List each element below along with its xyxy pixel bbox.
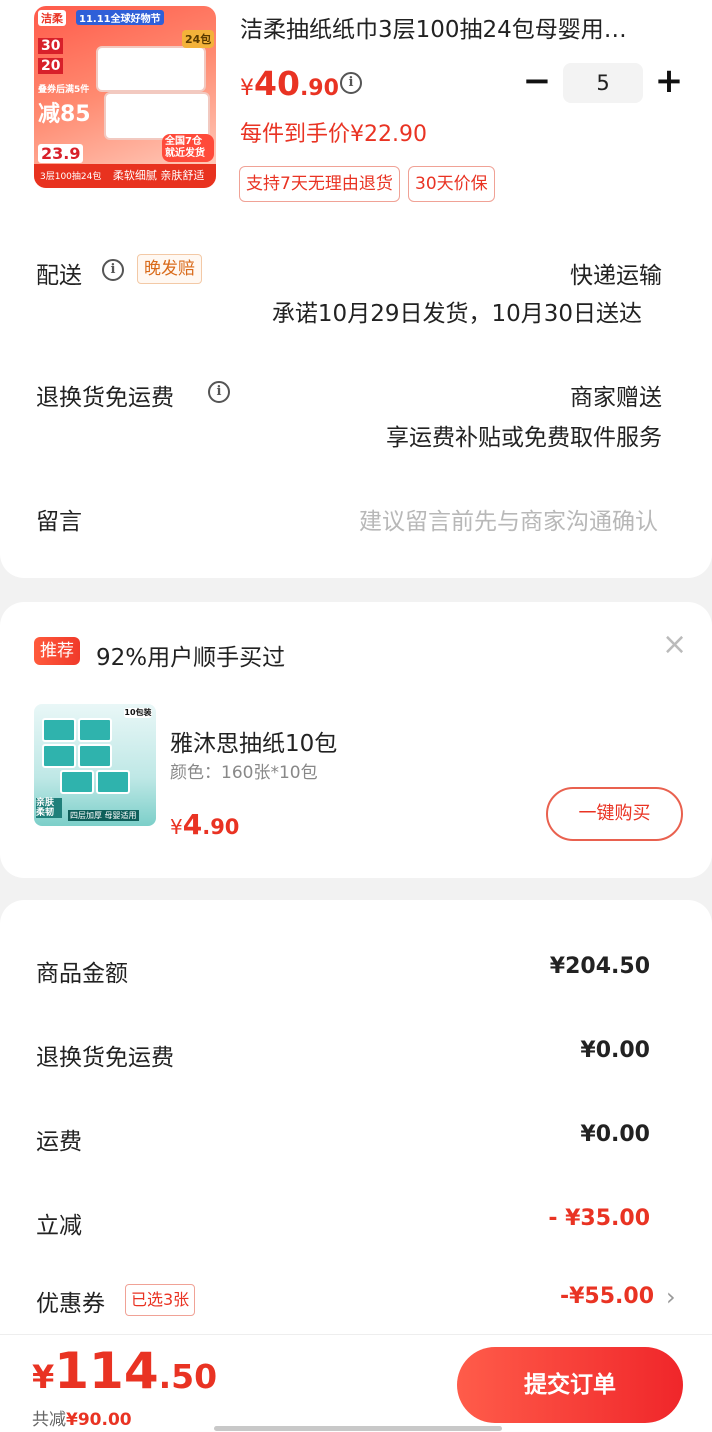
home-indicator[interactable] [214, 1426, 502, 1431]
return-shipping-value: 商家赠送 [570, 385, 662, 411]
thumb-bottom-right: 柔软细腻 亲肤舒适 [112, 169, 205, 182]
return-shipping-info-icon[interactable]: i [208, 381, 230, 403]
summary-value-instant-discount: - ¥35.00 [548, 1206, 650, 1231]
rec-price-currency: ¥ [170, 815, 183, 839]
total-price: ¥114.50 [32, 1342, 217, 1400]
thumb-strip: 3层100抽24包 柔软细腻 亲肤舒适 [34, 164, 216, 188]
one-click-buy-button[interactable]: 一键购买 [546, 787, 683, 841]
product-price: ¥40.90 [240, 64, 339, 103]
return-policy-badge: 支持7天无理由退货 [239, 166, 400, 202]
recommend-product-thumbnail[interactable]: 10包装 亲肤柔韧 四层加厚 母婴适用 [34, 704, 156, 826]
summary-value-return-shipping: ¥0.00 [580, 1038, 650, 1063]
total-integer: 114 [54, 1342, 159, 1400]
rec-thumb-text-left: 亲肤柔韧 [36, 798, 62, 818]
summary-label-return-shipping: 退换货免运费 [36, 1045, 174, 1071]
shipping-promise: 承诺10月29日发货，10月30日送达 [271, 301, 642, 327]
tissue-box-shape [42, 744, 76, 768]
return-shipping-detail: 享运费补贴或免费取件服务 [386, 425, 662, 451]
shipping-label: 配送 [36, 263, 82, 289]
summary-label-instant-discount: 立减 [36, 1213, 82, 1239]
tissue-box-shape [96, 770, 130, 794]
product-thumbnail[interactable]: 洁柔 11.11全球好物节 30 20 叠券后满5件 减85 23.9 24包 … [34, 6, 216, 188]
close-icon[interactable]: × [662, 630, 687, 660]
summary-label-shipping-fee: 运费 [36, 1129, 82, 1155]
per-item-price: 每件到手价¥22.90 [240, 122, 427, 147]
chevron-right-icon[interactable]: › [666, 1283, 676, 1311]
tissue-box-shape [78, 744, 112, 768]
recommend-product-spec: 颜色：160张*10包 [170, 763, 318, 783]
return-shipping-label: 退换货免运费 [36, 385, 174, 411]
message-input[interactable]: 建议留言前先与商家沟通确认 [359, 502, 658, 536]
tissue-pack-shape [104, 92, 210, 140]
price-currency: ¥ [240, 76, 254, 101]
summary-label-coupon: 优惠券 [36, 1291, 105, 1317]
thumb-pack-count: 24包 [182, 30, 215, 48]
product-title[interactable]: 洁柔抽纸纸巾3层100抽24包母婴用… [240, 10, 670, 44]
order-item-card: 洁柔 11.11全球好物节 30 20 叠券后满5件 减85 23.9 24包 … [0, 0, 712, 578]
thumb-coupon-label: 叠券后满5件 [38, 85, 90, 95]
recommend-product-name[interactable]: 雅沐思抽纸10包 [170, 724, 337, 758]
thumb-discount: 减85 [38, 102, 91, 127]
tissue-pack-shape [96, 46, 206, 92]
rec-thumb-badge: 10包装 [124, 708, 152, 718]
summary-value-coupon[interactable]: -¥55.00 [560, 1284, 654, 1309]
recommend-product-price: ¥4.90 [170, 808, 239, 841]
coupon-selected-tag[interactable]: 已选3张 [125, 1284, 196, 1316]
thumb-bottom-left: 3层100抽24包 [40, 172, 102, 182]
recommend-title: 92%用户顺手买过 [96, 645, 286, 671]
late-compensation-tag: 晚发赔 [137, 254, 202, 284]
thumb-promo-a: 30 [38, 38, 64, 54]
summary-value-shipping-fee: ¥0.00 [580, 1122, 650, 1147]
thumb-nationwide: 全国7仓就近发货 [162, 134, 214, 162]
message-label: 留言 [36, 509, 82, 535]
thumb-event: 11.11全球好物节 [76, 10, 164, 25]
thumb-low-price: 23.9 [38, 144, 84, 163]
submit-order-button[interactable]: 提交订单 [457, 1347, 683, 1423]
rec-price-integer: 4 [182, 808, 203, 841]
tissue-box-shape [42, 718, 76, 742]
recommend-badge: 推荐 [34, 637, 80, 665]
thumb-promo-b: 20 [38, 58, 64, 74]
tissue-box-shape [60, 770, 94, 794]
total-decimal: .50 [158, 1357, 218, 1396]
quantity-input[interactable]: 5 [563, 63, 643, 103]
saved-value: ¥90.00 [66, 1410, 132, 1430]
quantity-decrease-button[interactable]: − [522, 64, 552, 100]
price-protection-badge: 30天价保 [408, 166, 495, 202]
total-saved: 共减¥90.00 [32, 1405, 132, 1430]
summary-value-goods-amount: ¥204.50 [549, 954, 650, 979]
rec-price-decimal: .90 [202, 815, 240, 839]
quantity-increase-button[interactable]: + [654, 64, 684, 100]
thumb-brand: 洁柔 [38, 10, 66, 26]
price-decimal: .90 [299, 76, 339, 101]
shipping-method[interactable]: 快递运输 [570, 256, 662, 290]
price-integer: 40 [254, 64, 300, 103]
tissue-box-shape [78, 718, 112, 742]
rec-thumb-text-bottom: 四层加厚 母婴适用 [68, 810, 139, 821]
total-currency: ¥ [32, 1358, 55, 1396]
price-info-icon[interactable]: i [340, 72, 362, 94]
summary-label-goods-amount: 商品金额 [36, 961, 128, 987]
saved-label: 共减 [32, 1410, 66, 1430]
shipping-info-icon[interactable]: i [102, 259, 124, 281]
